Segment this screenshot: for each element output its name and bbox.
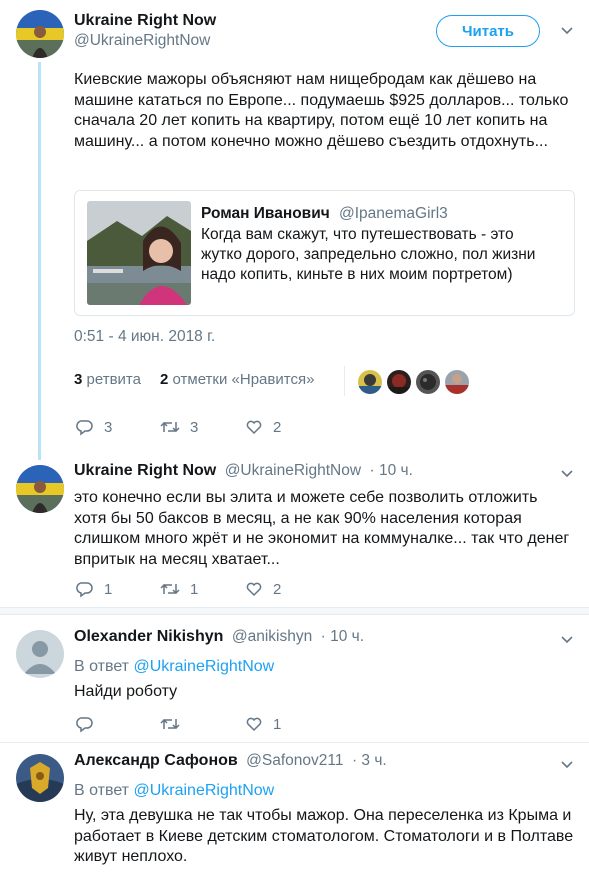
follow-button[interactable]: Читать	[436, 15, 540, 47]
like-count: 1	[273, 715, 282, 733]
reply-to-prefix: В ответ	[74, 782, 130, 799]
retweet-count: 3	[190, 418, 199, 436]
author-handle[interactable]: @anikishyn	[232, 628, 312, 645]
reply-action[interactable]: 3	[76, 418, 112, 436]
retweets-count: 3	[74, 371, 83, 388]
tweet-text: Найди роботу	[74, 683, 178, 700]
tweet-text: Ну, эта девушка не так чтобы мажор. Она …	[74, 807, 574, 865]
retweet-action[interactable]: 1	[160, 580, 198, 598]
reply-action[interactable]: 1	[76, 580, 112, 598]
avatar[interactable]	[16, 10, 64, 58]
retweet-action[interactable]	[160, 715, 190, 733]
reply-header: Александр Сафонов @Safonov211 · 3 ч.	[74, 752, 387, 770]
chevron-down-icon[interactable]	[559, 631, 575, 652]
reply-count: 1	[104, 580, 113, 598]
likes-count: 2	[160, 371, 169, 388]
like-action[interactable]: 2	[245, 580, 281, 598]
chevron-down-icon[interactable]	[559, 22, 575, 43]
tweet-time[interactable]: · 10 ч.	[321, 628, 364, 645]
like-count: 2	[273, 580, 282, 598]
like-action[interactable]: 2	[245, 418, 281, 436]
tweet-timestamp[interactable]: 0:51 - 4 июн. 2018 г.	[74, 328, 215, 346]
likes-label: отметки «Нравится»	[172, 371, 315, 388]
retweets-label: ретвита	[86, 371, 141, 388]
avatar[interactable]	[16, 465, 64, 513]
retweet-icon	[160, 583, 180, 595]
reply-to-mention[interactable]: @UkraineRightNow	[133, 658, 274, 675]
likes-stat[interactable]: 2 отметки «Нравится»	[160, 371, 314, 388]
liker-avatar[interactable]	[445, 370, 469, 394]
like-action[interactable]: 1	[245, 715, 281, 733]
quoted-tweet-image	[87, 201, 191, 305]
reply-context: В ответ @UkraineRightNow	[74, 658, 274, 676]
retweet-action[interactable]: 3	[160, 418, 198, 436]
tweet-time[interactable]: · 10 ч.	[369, 462, 412, 479]
stats-divider	[344, 366, 345, 396]
like-icon	[246, 420, 262, 435]
reply-context: В ответ @UkraineRightNow	[74, 782, 274, 800]
author-name[interactable]: Olexander Nikishyn	[74, 628, 223, 645]
reply-to-mention[interactable]: @UkraineRightNow	[133, 782, 274, 799]
quoted-author-name[interactable]: Роман Иванович	[201, 205, 330, 223]
liker-avatar[interactable]	[416, 370, 440, 394]
tweet-text: Киевские мажоры объясняют нам нищебродам…	[74, 71, 569, 150]
reply-icon	[76, 420, 93, 436]
reply-header: Ukraine Right Now @UkraineRightNow · 10 …	[74, 462, 413, 480]
reply-icon	[76, 582, 93, 598]
like-icon	[246, 582, 262, 597]
quoted-author-handle[interactable]: @IpanemaGirl3	[339, 205, 448, 223]
retweet-icon	[160, 718, 180, 730]
tweet-time[interactable]: · 3 ч.	[352, 752, 387, 769]
reply-icon	[76, 717, 93, 733]
quoted-tweet-card[interactable]: Роман Иванович @IpanemaGirl3 Когда вам с…	[74, 190, 575, 316]
tweet-text: это конечно если вы элита и можете себе …	[74, 489, 570, 568]
author-handle[interactable]: @UkraineRightNow	[225, 462, 361, 479]
reply-to-prefix: В ответ	[74, 658, 130, 675]
thread-connector-line	[38, 62, 41, 460]
chevron-down-icon[interactable]	[559, 465, 575, 486]
tweet-separator	[0, 608, 589, 614]
retweets-stat[interactable]: 3 ретвита	[74, 371, 141, 388]
avatar[interactable]	[16, 754, 64, 802]
chevron-down-icon[interactable]	[559, 756, 575, 777]
reply-header: Olexander Nikishyn @anikishyn · 10 ч.	[74, 628, 364, 646]
tweet-separator	[0, 742, 589, 743]
avatar[interactable]	[16, 630, 64, 678]
like-icon	[246, 717, 262, 732]
retweet-count: 1	[190, 580, 199, 598]
author-handle[interactable]: @Safonov211	[246, 752, 343, 769]
reply-count: 3	[104, 418, 113, 436]
liker-avatar[interactable]	[387, 370, 411, 394]
reply-action[interactable]	[76, 715, 104, 733]
author-name[interactable]: Александр Сафонов	[74, 752, 238, 769]
author-name[interactable]: Ukraine Right Now	[74, 462, 216, 479]
retweet-icon	[160, 421, 180, 433]
like-count: 2	[273, 418, 282, 436]
quoted-tweet-text: Когда вам скажут, что путешествовать - э…	[201, 226, 536, 283]
author-name[interactable]: Ukraine Right Now	[74, 12, 216, 30]
author-handle[interactable]: @UkraineRightNow	[74, 32, 210, 50]
liker-avatar[interactable]	[358, 370, 382, 394]
